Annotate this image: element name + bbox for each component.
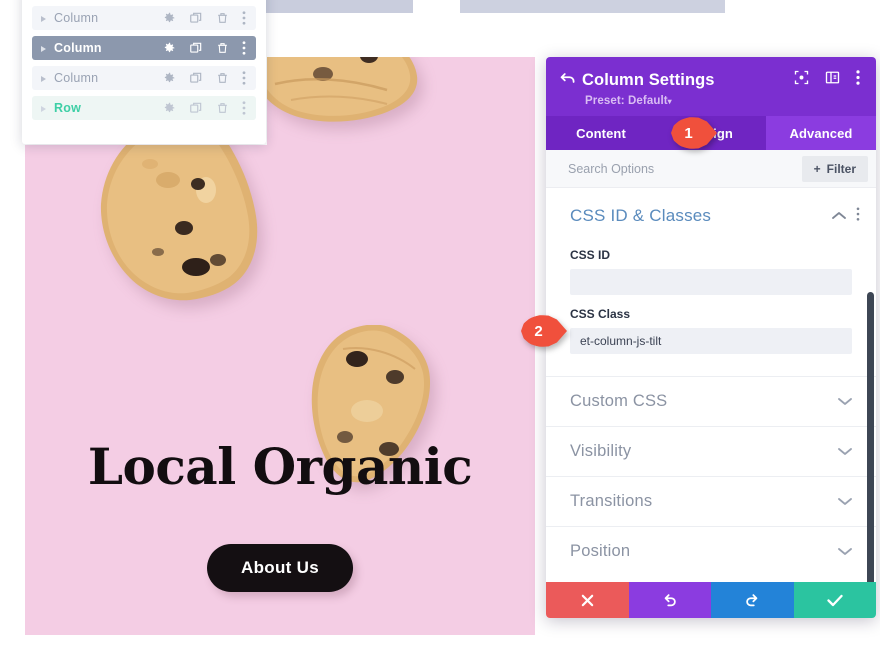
more-vertical-icon[interactable]: [242, 71, 246, 85]
css-class-field-group: CSS Class: [546, 307, 876, 354]
layer-row-column-1[interactable]: Column: [32, 6, 256, 30]
trash-icon[interactable]: [216, 11, 229, 25]
css-id-classes-header[interactable]: CSS ID & Classes: [546, 188, 876, 236]
preset-selector[interactable]: Preset: Default▾: [585, 95, 862, 107]
duplicate-icon[interactable]: [189, 101, 203, 115]
duplicate-icon[interactable]: [189, 41, 203, 55]
step-marker-2: 2: [521, 315, 567, 347]
more-vertical-icon[interactable]: [242, 11, 246, 25]
section-title: CSS ID & Classes: [570, 206, 712, 225]
plus-icon: +: [813, 161, 821, 176]
gear-icon[interactable]: [162, 41, 176, 55]
settings-title: Column Settings: [582, 70, 715, 89]
layer-row-column-3[interactable]: Column: [32, 66, 256, 90]
accordion-transitions[interactable]: Transitions: [546, 476, 876, 526]
duplicate-icon[interactable]: [189, 11, 203, 25]
settings-footer: [546, 582, 876, 618]
trash-icon[interactable]: [216, 41, 229, 55]
caret-right-icon[interactable]: [32, 99, 54, 117]
layer-label: Column: [54, 11, 99, 25]
hero-heading: Local Organic: [87, 437, 473, 496]
filter-button[interactable]: + Filter: [801, 155, 868, 182]
more-vertical-icon[interactable]: [242, 101, 246, 115]
chevron-down-icon[interactable]: [838, 493, 852, 511]
settings-scrollbar[interactable]: [867, 292, 874, 582]
filter-label: Filter: [826, 161, 856, 176]
chevron-down-icon[interactable]: [838, 543, 852, 561]
duplicate-icon[interactable]: [189, 71, 203, 85]
css-id-field-group: CSS ID: [546, 248, 876, 295]
layer-label: Column: [54, 41, 102, 55]
layer-row-row[interactable]: Row: [32, 96, 256, 120]
layers-panel: Column Column Column Row: [22, 0, 266, 144]
save-button[interactable]: [793, 582, 876, 618]
gear-icon[interactable]: [162, 11, 176, 25]
search-input[interactable]: [568, 161, 802, 176]
chevron-up-icon[interactable]: [832, 207, 846, 225]
caret-right-icon[interactable]: [32, 69, 54, 87]
discard-button[interactable]: [546, 582, 629, 618]
image-placeholder-left: [265, 0, 413, 13]
preset-label: Preset: Default: [585, 95, 668, 107]
accordion-custom-css[interactable]: Custom CSS: [546, 376, 876, 426]
marker-number: 1: [684, 124, 693, 142]
step-marker-1: 1: [671, 117, 717, 149]
layout-icon[interactable]: [825, 70, 840, 90]
tab-content[interactable]: Content: [546, 116, 656, 150]
more-vertical-icon[interactable]: [856, 206, 860, 226]
image-placeholder-right: [460, 0, 725, 13]
accordion-label: Transitions: [570, 492, 653, 510]
css-id-input[interactable]: [570, 269, 852, 295]
back-arrow-icon[interactable]: [560, 71, 582, 90]
chevron-down-icon[interactable]: [838, 443, 852, 461]
cookie-piece-top: [249, 57, 418, 122]
trash-icon[interactable]: [216, 101, 229, 115]
chevron-down-icon[interactable]: [838, 393, 852, 411]
layer-label: Column: [54, 71, 99, 85]
more-vertical-icon[interactable]: [856, 70, 860, 90]
css-class-label: CSS Class: [570, 307, 631, 321]
chevron-down-icon: ▾: [667, 97, 672, 106]
accordion-position[interactable]: Position: [546, 526, 876, 576]
marker-number: 2: [534, 322, 543, 340]
css-class-input[interactable]: [570, 328, 852, 354]
caret-right-icon[interactable]: [32, 9, 54, 27]
gear-icon[interactable]: [162, 101, 176, 115]
undo-button[interactable]: [628, 582, 711, 618]
trash-icon[interactable]: [216, 71, 229, 85]
accordion-label: Custom CSS: [570, 392, 668, 410]
css-id-label: CSS ID: [570, 248, 611, 262]
accordion-visibility[interactable]: Visibility: [546, 426, 876, 476]
about-us-button[interactable]: About Us: [207, 544, 353, 592]
accordion-label: Visibility: [570, 442, 632, 460]
settings-body: CSS ID & Classes CSS ID CSS Class Custom…: [546, 188, 876, 582]
redo-button[interactable]: [711, 582, 794, 618]
caret-right-icon[interactable]: [32, 39, 54, 57]
focus-icon[interactable]: [794, 70, 809, 90]
search-options-bar: + Filter: [546, 150, 876, 188]
tab-advanced[interactable]: Advanced: [766, 116, 876, 150]
layer-row-column-2-selected[interactable]: Column: [32, 36, 256, 60]
settings-header: Column Settings Preset: Default▾: [546, 57, 876, 116]
more-vertical-icon[interactable]: [242, 41, 246, 55]
gear-icon[interactable]: [162, 71, 176, 85]
layer-label: Row: [54, 101, 81, 115]
accordion-label: Position: [570, 542, 631, 560]
